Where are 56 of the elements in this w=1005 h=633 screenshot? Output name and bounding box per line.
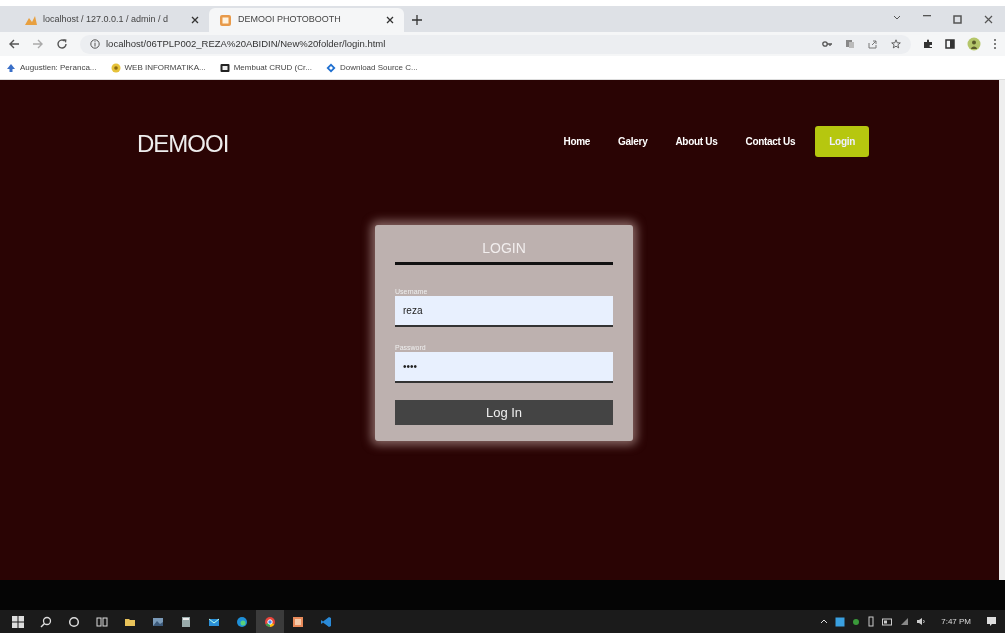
minimize-icon[interactable]: [923, 14, 931, 17]
notification-icon[interactable]: [986, 616, 997, 627]
close-icon[interactable]: [984, 14, 993, 24]
flower-icon: [110, 62, 121, 73]
reload-icon[interactable]: [56, 38, 68, 50]
nav-link[interactable]: Home: [549, 126, 605, 157]
input-field[interactable]: reza: [395, 296, 613, 327]
frame-icon[interactable]: [292, 615, 304, 628]
translate-icon[interactable]: [845, 39, 855, 49]
battery-icon[interactable]: [882, 617, 894, 626]
search-icon[interactable]: [40, 615, 52, 628]
url-text: localhost/06TPLP002_REZA%20ABIDIN/New%20folder/login.html: [106, 36, 386, 51]
back-icon[interactable]: [8, 38, 20, 50]
login-title: LOGIN: [395, 238, 613, 265]
arrow-icon: [6, 62, 16, 73]
chevron-down-icon[interactable]: [893, 14, 901, 20]
photo-icon: [219, 13, 232, 27]
info-icon: [90, 39, 100, 49]
calculator-icon[interactable]: [180, 615, 192, 628]
nav-link[interactable]: About Us: [661, 126, 732, 157]
bookmark[interactable]: Membuat CRUD (Cr...: [219, 61, 312, 74]
address-bar[interactable]: localhost/06TPLP002_REZA%20ABIDIN/New%20folder/login.html: [80, 34, 911, 54]
edge-icon[interactable]: [236, 615, 248, 628]
menu-icon[interactable]: [993, 38, 997, 50]
star-icon[interactable]: [891, 39, 901, 49]
task-view-icon[interactable]: [96, 615, 108, 628]
key-icon[interactable]: [822, 40, 832, 48]
film-icon: [219, 62, 230, 73]
maximize-icon[interactable]: [953, 14, 962, 24]
browser-tab[interactable]: DEMOOI PHOTOBOOTH: [209, 8, 404, 32]
submit-button[interactable]: Log In: [395, 400, 613, 426]
nav-link[interactable]: Galery: [604, 126, 662, 157]
close-icon[interactable]: [191, 16, 199, 24]
browser-tab[interactable]: localhost / 127.0.0.1 / admin / d: [14, 8, 209, 32]
cortana-icon[interactable]: [68, 615, 80, 628]
chevron-up-icon[interactable]: [820, 619, 829, 624]
diamond-icon: [325, 62, 336, 73]
close-icon[interactable]: [386, 16, 394, 24]
bookmark[interactable]: WEB INFORMATIKA...: [110, 61, 206, 74]
speaker-icon[interactable]: [916, 617, 927, 626]
photo-icon[interactable]: [152, 615, 164, 628]
puzzle-icon[interactable]: [923, 39, 933, 49]
windows-icon[interactable]: [12, 615, 24, 628]
new-tab-icon[interactable]: [412, 15, 422, 25]
side-panel-icon[interactable]: [945, 39, 955, 49]
clock-text[interactable]: 7:47 PM: [941, 615, 971, 628]
site-logo[interactable]: DEMOOI: [137, 126, 229, 162]
bookmark[interactable]: Download Source C...: [325, 61, 418, 74]
nav-link[interactable]: Contact Us: [731, 126, 810, 157]
avatar-icon[interactable]: [967, 37, 981, 51]
bookmark[interactable]: Augustien: Peranca...: [6, 61, 97, 74]
input-field[interactable]: ••••: [395, 352, 613, 383]
code-editor-icon[interactable]: [320, 615, 332, 628]
app-icon[interactable]: [835, 616, 846, 627]
chrome-icon[interactable]: [264, 615, 276, 628]
share-icon[interactable]: [868, 39, 878, 49]
